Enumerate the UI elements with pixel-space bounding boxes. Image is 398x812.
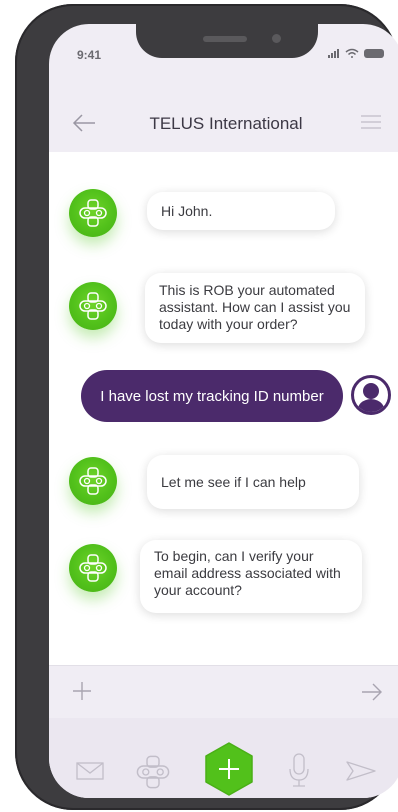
microphone-icon[interactable]	[287, 752, 311, 788]
phone-screen: 9:41 TELUS International Hi John. This i…	[49, 24, 398, 798]
wifi-icon	[345, 48, 359, 58]
bot-message: To begin, can I verify your email addres…	[140, 540, 362, 613]
message-input-bar[interactable]	[49, 665, 398, 718]
status-time: 9:41	[77, 48, 102, 62]
bot-avatar	[69, 189, 117, 237]
bottom-toolbar	[49, 718, 398, 798]
speaker	[203, 36, 247, 42]
robot-face-icon	[79, 554, 107, 582]
user-silhouette-icon	[357, 383, 385, 412]
mail-icon[interactable]	[75, 760, 105, 782]
arrow-right-icon[interactable]	[360, 681, 384, 703]
status-icons	[328, 48, 384, 58]
bot-avatar	[69, 544, 117, 592]
robot-face-icon	[79, 292, 107, 320]
user-message: I have lost my tracking ID number	[81, 370, 343, 422]
bot-message: This is ROB your automated assistant. Ho…	[145, 273, 365, 343]
bot-message: Let me see if I can help	[147, 455, 359, 509]
user-avatar	[351, 375, 391, 415]
camera	[272, 34, 281, 43]
send-icon[interactable]	[345, 760, 377, 782]
robot-face-icon	[79, 467, 107, 495]
bot-message: Hi John.	[147, 192, 335, 230]
signal-icon	[328, 49, 339, 58]
chat-header: TELUS International	[49, 92, 398, 152]
battery-icon	[364, 49, 384, 58]
bot-avatar	[69, 282, 117, 330]
hamburger-menu-icon[interactable]	[360, 114, 382, 130]
bot-avatar	[69, 457, 117, 505]
notch	[136, 24, 318, 58]
phone-frame: 9:41 TELUS International Hi John. This i…	[15, 4, 398, 810]
robot-face-icon	[79, 199, 107, 227]
plus-hexagon-icon[interactable]	[204, 742, 254, 796]
robot-icon[interactable]	[135, 754, 171, 790]
plus-icon[interactable]	[71, 680, 93, 702]
chat-area: Hi John. This is ROB your automated assi…	[49, 152, 398, 665]
page-title: TELUS International	[149, 114, 303, 133]
